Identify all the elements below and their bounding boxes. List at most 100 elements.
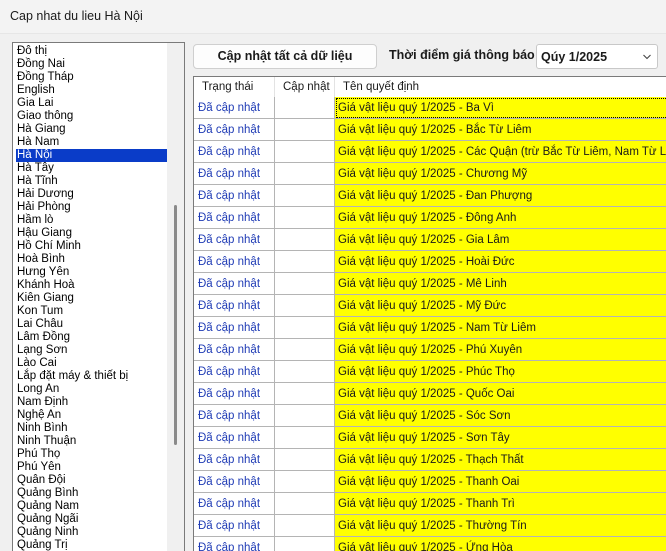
table-row[interactable]: Đã cập nhật Giá vật liệu quý 1/2025 - Tha… (194, 471, 666, 493)
status-cell[interactable]: Đã cập nhật (194, 361, 275, 383)
decision-name-cell[interactable]: Giá vật liệu quý 1/2025 - Mỹ Đức (335, 295, 666, 317)
update-cell[interactable] (275, 537, 335, 551)
status-cell[interactable]: Đã cập nhật (194, 405, 275, 427)
province-item[interactable]: Kiên Giang (16, 292, 167, 305)
table-row[interactable]: Đã cập nhật Giá vật liệu quý 1/2025 - Thạ… (194, 449, 666, 471)
province-item[interactable]: Hầm lò (16, 214, 167, 227)
province-item[interactable]: Lào Cai (16, 357, 167, 370)
update-cell[interactable] (275, 97, 335, 119)
province-list-scrollbar[interactable] (167, 43, 184, 551)
province-item[interactable]: Lạng Sơn (16, 344, 167, 357)
update-cell[interactable] (275, 317, 335, 339)
table-row[interactable]: Đã cập nhật Giá vật liệu quý 1/2025 - Các… (194, 141, 666, 163)
update-cell[interactable] (275, 207, 335, 229)
update-cell[interactable] (275, 493, 335, 515)
province-item[interactable]: Đồng Nai (16, 58, 167, 71)
decision-name-cell[interactable]: Giá vật liệu quý 1/2025 - Thanh Oai (335, 471, 666, 493)
decision-name-cell[interactable]: Giá vật liệu quý 1/2025 - Sơn Tây (335, 427, 666, 449)
table-row[interactable]: Đã cập nhật Giá vật liệu quý 1/2025 - Sóc… (194, 405, 666, 427)
status-cell[interactable]: Đã cập nhật (194, 185, 275, 207)
table-row[interactable]: Đã cập nhật Giá vật liệu quý 1/2025 - Ứng… (194, 537, 666, 551)
update-cell[interactable] (275, 229, 335, 251)
decision-name-cell[interactable]: Giá vật liệu quý 1/2025 - Ứng Hòa (335, 537, 666, 551)
table-row[interactable]: Đã cập nhật Giá vật liệu quý 1/2025 - Chư… (194, 163, 666, 185)
table-row[interactable]: Đã cập nhật Giá vật liệu quý 1/2025 - Nam… (194, 317, 666, 339)
status-cell[interactable]: Đã cập nhật (194, 427, 275, 449)
province-item[interactable]: Hải Dương (16, 188, 167, 201)
province-listbox[interactable]: Đô thị Đồng Nai Đồng Tháp English Gia Lai Gia… (12, 42, 185, 551)
table-row[interactable]: Đã cập nhật Giá vật liệu quý 1/2025 - Mê … (194, 273, 666, 295)
decision-name-cell[interactable]: Giá vật liệu quý 1/2025 - Mê Linh (335, 273, 666, 295)
table-row[interactable]: Đã cập nhật Giá vật liệu quý 1/2025 - Sơn… (194, 427, 666, 449)
table-row[interactable]: Đã cập nhật Giá vật liệu quý 1/2025 - Bắc… (194, 119, 666, 141)
decision-name-cell[interactable]: Giá vật liệu quý 1/2025 - Chương Mỹ (335, 163, 666, 185)
province-item[interactable]: Ninh Thuận (16, 435, 167, 448)
province-item[interactable]: Hà Tĩnh (16, 175, 167, 188)
province-item[interactable]: Hưng Yên (16, 266, 167, 279)
province-item[interactable]: Đô thị (16, 45, 167, 58)
update-cell[interactable] (275, 449, 335, 471)
decision-name-cell[interactable]: Giá vật liệu quý 1/2025 - Các Quận (trừ … (335, 141, 666, 163)
status-cell[interactable]: Đã cập nhật (194, 295, 275, 317)
table-row[interactable]: Đã cập nhật Giá vật liệu quý 1/2025 - Phú… (194, 339, 666, 361)
province-item[interactable]: Nam Định (16, 396, 167, 409)
update-cell[interactable] (275, 361, 335, 383)
province-item[interactable]: Quảng Nam (16, 500, 167, 513)
scrollbar-thumb[interactable] (174, 205, 177, 445)
status-cell[interactable]: Đã cập nhật (194, 317, 275, 339)
status-cell[interactable]: Đã cập nhật (194, 119, 275, 141)
column-header-status[interactable]: Trạng thái (194, 77, 275, 97)
column-header-update[interactable]: Cập nhật (275, 77, 335, 97)
decision-name-cell[interactable]: Giá vật liệu quý 1/2025 - Đông Anh (335, 207, 666, 229)
province-item[interactable]: Gia Lai (16, 97, 167, 110)
update-cell[interactable] (275, 295, 335, 317)
province-item[interactable]: Long An (16, 383, 167, 396)
update-cell[interactable] (275, 471, 335, 493)
province-item[interactable]: Hồ Chí Minh (16, 240, 167, 253)
status-cell[interactable]: Đã cập nhật (194, 339, 275, 361)
province-item[interactable]: Ninh Bình (16, 422, 167, 435)
status-cell[interactable]: Đã cập nhật (194, 471, 275, 493)
status-cell[interactable]: Đã cập nhật (194, 537, 275, 551)
decision-name-cell[interactable]: Giá vật liệu quý 1/2025 - Thanh Trì (335, 493, 666, 515)
province-item[interactable]: Phú Yên (16, 461, 167, 474)
province-item[interactable]: Quảng Ninh (16, 526, 167, 539)
status-cell[interactable]: Đã cập nhật (194, 493, 275, 515)
update-cell[interactable] (275, 163, 335, 185)
status-cell[interactable]: Đã cập nhật (194, 163, 275, 185)
update-cell[interactable] (275, 273, 335, 295)
province-item[interactable]: Phú Thọ (16, 448, 167, 461)
decision-name-cell[interactable]: Giá vật liệu quý 1/2025 - Nam Từ Liêm (335, 317, 666, 339)
province-item[interactable]: Đồng Tháp (16, 71, 167, 84)
province-item[interactable]: Quảng Bình (16, 487, 167, 500)
province-item[interactable]: Hoà Bình (16, 253, 167, 266)
table-row[interactable]: Đã cập nhật Giá vật liệu quý 1/2025 - Đôn… (194, 207, 666, 229)
decision-name-cell[interactable]: Giá vật liệu quý 1/2025 - Sóc Sơn (335, 405, 666, 427)
update-cell[interactable] (275, 119, 335, 141)
period-select[interactable]: Qúy 1/2025 (536, 44, 658, 69)
decision-name-cell[interactable]: Giá vật liệu quý 1/2025 - Đan Phượng (335, 185, 666, 207)
province-item[interactable]: Lắp đặt máy & thiết bị (16, 370, 167, 383)
province-item[interactable]: Nghệ An (16, 409, 167, 422)
province-item[interactable]: Lâm Đồng (16, 331, 167, 344)
table-row[interactable]: Đã cập nhật Giá vật liệu quý 1/2025 - Quố… (194, 383, 666, 405)
table-row[interactable]: Đã cập nhật Giá vật liệu quý 1/2025 - Phú… (194, 361, 666, 383)
decision-grid[interactable]: Trạng thái Cập nhật Tên quyết định Đã cậ… (193, 76, 666, 551)
table-row[interactable]: Đã cập nhật Giá vật liệu quý 1/2025 - Ba … (194, 97, 666, 119)
province-item[interactable]: Hậu Giang (16, 227, 167, 240)
province-item[interactable]: Kon Tum (16, 305, 167, 318)
table-row[interactable]: Đã cập nhật Giá vật liệu quý 1/2025 - Mỹ … (194, 295, 666, 317)
province-item[interactable]: Lai Châu (16, 318, 167, 331)
province-item[interactable]: Giao thông (16, 110, 167, 123)
decision-name-cell[interactable]: Giá vật liệu quý 1/2025 - Hoài Đức (335, 251, 666, 273)
table-row[interactable]: Đã cập nhật Giá vật liệu quý 1/2025 - Tha… (194, 493, 666, 515)
status-cell[interactable]: Đã cập nhật (194, 383, 275, 405)
decision-name-cell[interactable]: Giá vật liệu quý 1/2025 - Ba Vì (335, 97, 666, 119)
decision-name-cell[interactable]: Giá vật liệu quý 1/2025 - Bắc Từ Liêm (335, 119, 666, 141)
column-header-decision[interactable]: Tên quyết định (335, 77, 666, 97)
province-item[interactable]: Hà Nam (16, 136, 167, 149)
table-row[interactable]: Đã cập nhật Giá vật liệu quý 1/2025 - Đan… (194, 185, 666, 207)
table-row[interactable]: Đã cập nhật Giá vật liệu quý 1/2025 - Gia… (194, 229, 666, 251)
decision-name-cell[interactable]: Giá vật liệu quý 1/2025 - Phúc Thọ (335, 361, 666, 383)
update-cell[interactable] (275, 141, 335, 163)
